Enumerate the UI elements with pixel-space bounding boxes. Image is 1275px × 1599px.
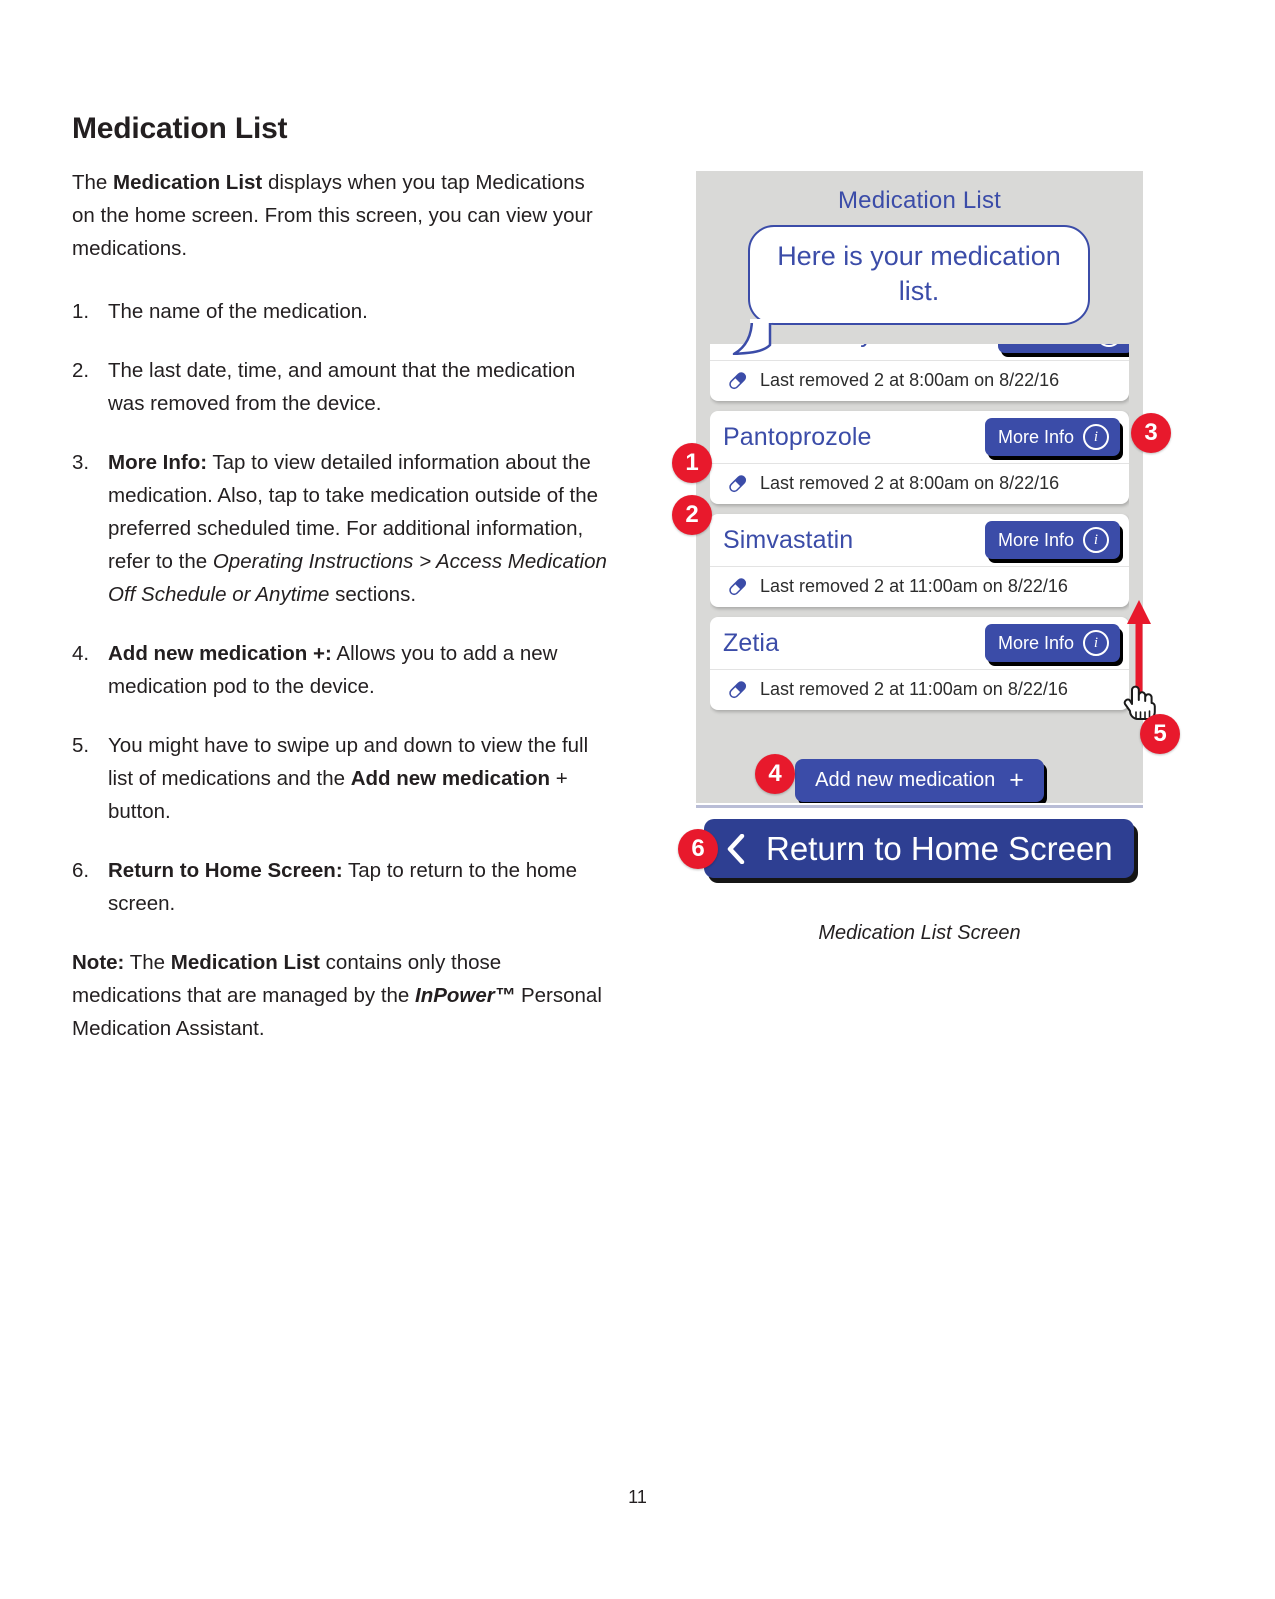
figure-caption: Medication List Screen [818, 922, 1021, 944]
pill-icon [729, 475, 747, 493]
instruction-item-body: Return to Home Screen: Tap to return to … [108, 859, 577, 915]
screen-title: Medication List [837, 187, 1002, 214]
device-screen: Medication List Here is your medication … [696, 171, 1143, 803]
callout-badge-1: 1 [672, 443, 712, 483]
more-info-label: More Info [1011, 344, 1087, 345]
medication-card[interactable]: Metformin HydrochlorideMore InfoiLast re… [710, 344, 1129, 401]
medication-card[interactable]: Simvastatin More Info i Last removed 2 at 1… [710, 514, 1129, 607]
text-run: Return to Home Screen: [108, 859, 343, 882]
last-removed-text: Last removed 2 at 11:00am on 8/22/16 [760, 576, 1068, 596]
info-circle-icon: i [1083, 424, 1109, 450]
instruction-item-number: 2. [72, 359, 90, 382]
text-run: Note: [72, 951, 125, 974]
medication-name: Simvastatin [723, 525, 854, 554]
instruction-item-2: 2. The last date, time, and amount that t… [72, 354, 612, 420]
instruction-item-body: The name of the medication. [108, 300, 368, 323]
text-run: More Info: [108, 451, 208, 474]
text-run: The [124, 951, 171, 974]
page-number: 11 [628, 1487, 647, 1507]
instruction-item-3: 3. More Info: Tap to view detailed inform… [72, 446, 612, 611]
instruction-item-body: You might have to swipe up and down to v… [108, 734, 588, 823]
text-run: The last date, time, and amount that the… [108, 359, 576, 415]
callout-badge-6: 6 [678, 829, 718, 869]
medication-card[interactable]: Pantoprozole More Info i Last removed 2 at … [710, 411, 1129, 504]
instruction-item-body: The last date, time, and amount that the… [108, 359, 575, 415]
last-removed-text: Last removed 2 at 11:00am on 8/22/16 [760, 679, 1068, 699]
instruction-item-number: 6. [72, 859, 90, 882]
more-info-button[interactable]: More Info i [984, 418, 1120, 456]
instruction-item-number: 4. [72, 642, 90, 665]
more-info-label: More Info [997, 426, 1074, 447]
add-new-medication-label: Add new medication [815, 769, 996, 791]
last-removed-text: Last removed 2 at 8:00am on 8/22/16 [760, 370, 1060, 390]
instruction-item-5: 5. You might have to swipe up and down to… [72, 729, 612, 828]
info-circle-icon: i [1095, 344, 1122, 347]
instruction-item-body: Add new medication +: Allows you to add … [108, 642, 557, 698]
medication-card-header: Metformin HydrochlorideMore Infoi [710, 344, 1129, 360]
plus-icon: + [1009, 766, 1024, 794]
more-info-label: More Info [997, 529, 1074, 550]
assistant-speech-bubble: Here is your medication list. [748, 225, 1090, 325]
intro-bold-term: Medication List [113, 171, 263, 194]
instruction-item-1: 1. The name of the medication. [72, 295, 612, 328]
callout-badge-3: 3 [1131, 413, 1171, 453]
info-circle-icon: i [1083, 630, 1109, 656]
instruction-item-number: 3. [72, 451, 90, 474]
hand-pointer-icon [1123, 685, 1156, 720]
text-run: Add new medication +: [108, 642, 332, 665]
instruction-item-6: 6. Return to Home Screen: Tap to return t… [72, 854, 612, 920]
intro-paragraph: The Medication List displays when you ta… [72, 166, 612, 265]
chevron-left-icon [727, 833, 745, 864]
device-screenshot-figure: Medication List Here is your medication … [696, 171, 1143, 803]
instruction-text-column: The Medication List displays when you ta… [72, 166, 612, 1045]
info-circle-icon: i [1083, 527, 1109, 553]
text-run: sections. [329, 583, 417, 606]
medication-last-removed-row: Last removed 2 at 11:00am on 8/22/16 [710, 669, 1129, 710]
medication-last-removed-row: Last removed 2 at 11:00am on 8/22/16 [710, 566, 1129, 607]
text-run: Add new medication [350, 767, 551, 790]
more-info-button[interactable]: More Info i [997, 344, 1129, 353]
medication-name: Zetia [723, 628, 780, 657]
pill-icon [729, 372, 747, 390]
instruction-item-4: 4. Add new medication +: Allows you to ad… [72, 637, 612, 703]
text-run: InPower™ [415, 984, 516, 1007]
callout-badge-5: 5 [1140, 714, 1180, 754]
note-paragraph: Note: The Medication List contains only … [72, 946, 612, 1045]
instruction-item-number: 5. [72, 734, 90, 757]
medication-list[interactable]: Metformin HydrochlorideMore InfoiLast re… [710, 344, 1129, 744]
text-run: Medication List [170, 951, 320, 974]
speech-bubble-tail-icon [732, 319, 772, 355]
last-removed-text: Last removed 2 at 8:00am on 8/22/16 [760, 473, 1060, 493]
screen-bottom-divider [696, 805, 1143, 808]
pill-icon [729, 578, 747, 596]
more-info-button[interactable]: More Info i [984, 521, 1120, 559]
add-new-medication-button[interactable]: Add new medication + [795, 759, 1044, 802]
medication-card-header: Pantoprozole More Info i [710, 411, 1129, 463]
instruction-item-body: More Info: Tap to view detailed informat… [108, 451, 607, 606]
more-info-label: More Info [997, 632, 1074, 653]
medication-card-header: Zetia More Info i [710, 617, 1129, 669]
numbered-instruction-list: 1. The name of the medication. 2. The last … [72, 295, 612, 920]
callout-badge-2: 2 [672, 495, 712, 535]
medication-last-removed-row: Last removed 2 at 8:00am on 8/22/16 [710, 360, 1129, 401]
page-title: Medication List [72, 112, 288, 146]
callout-badge-4: 4 [755, 754, 795, 794]
medication-card-header: Simvastatin More Info i [710, 514, 1129, 566]
instruction-item-number: 1. [72, 300, 90, 323]
return-to-home-screen-label: Return to Home Screen [766, 829, 1113, 867]
return-to-home-screen-button[interactable]: Return to Home Screen [704, 819, 1134, 878]
intro-prefix: The [72, 171, 114, 194]
pill-icon [729, 681, 747, 699]
medication-name: Pantoprozole [723, 422, 872, 451]
medication-last-removed-row: Last removed 2 at 8:00am on 8/22/16 [710, 463, 1129, 504]
medication-card[interactable]: Zetia More Info i Last removed 2 at 11:00am… [710, 617, 1129, 710]
more-info-button[interactable]: More Info i [984, 624, 1120, 662]
text-run: The name of the medication. [108, 300, 368, 323]
